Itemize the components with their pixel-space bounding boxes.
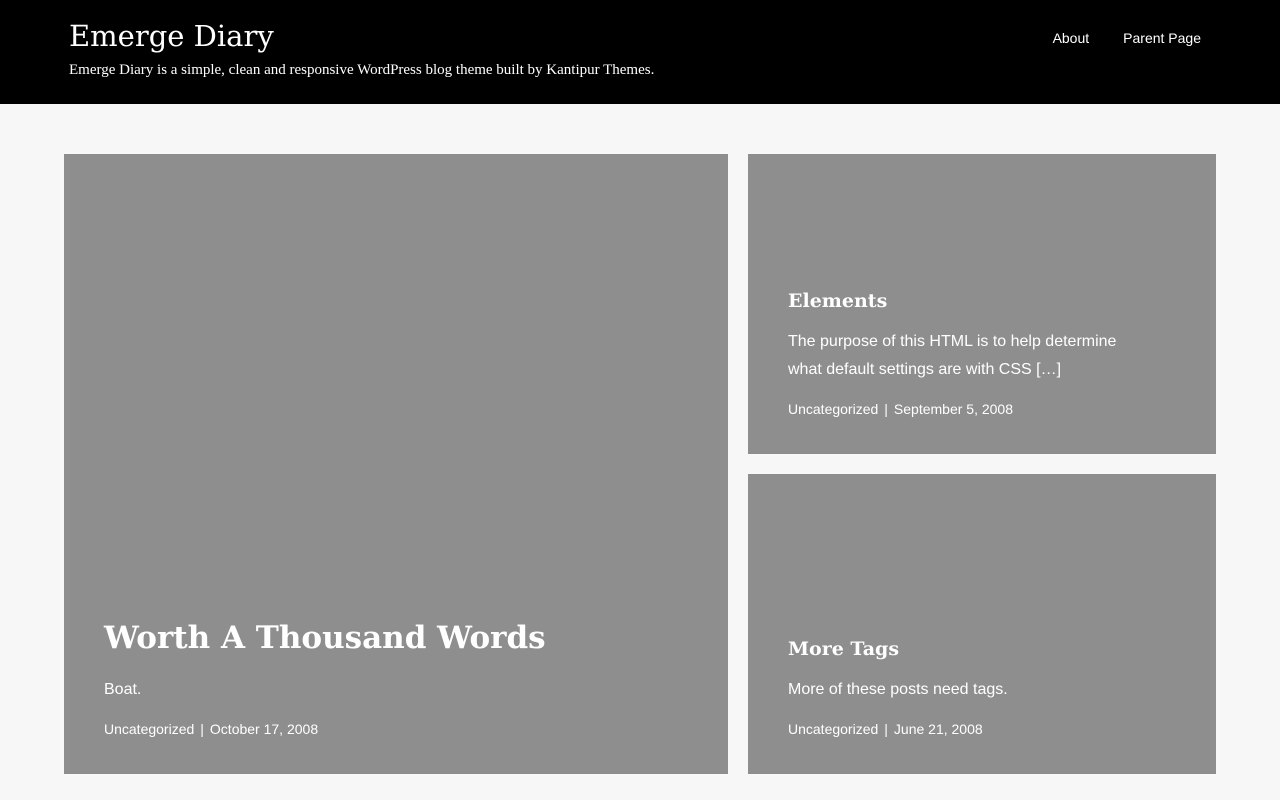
- post-meta: Uncategorized | June 21, 2008: [788, 718, 1176, 740]
- site-title[interactable]: Emerge Diary: [69, 16, 274, 56]
- site-header: Emerge Diary Emerge Diary is a simple, c…: [0, 0, 1280, 104]
- nav-item-about[interactable]: About: [1053, 27, 1090, 49]
- post-title[interactable]: More Tags: [788, 636, 1176, 662]
- post-excerpt: Boat.: [104, 681, 142, 698]
- post-excerpt: More of these posts need tags.: [788, 681, 1008, 698]
- post-card-featured[interactable]: Worth A Thousand Words Boat. Uncategoriz…: [64, 154, 728, 774]
- meta-separator: |: [884, 401, 888, 417]
- post-card-content: Elements The purpose of this HTML is to …: [788, 288, 1176, 420]
- nav-item-parent-page[interactable]: Parent Page: [1123, 27, 1201, 49]
- post-title[interactable]: Worth A Thousand Words: [104, 618, 688, 658]
- post-meta: Uncategorized | September 5, 2008: [788, 398, 1176, 420]
- main-nav: About Parent Page: [1053, 27, 1201, 49]
- post-category-link[interactable]: Uncategorized: [788, 721, 878, 737]
- post-card-content: Worth A Thousand Words Boat. Uncategoriz…: [104, 618, 688, 740]
- post-title[interactable]: Elements: [788, 288, 1176, 314]
- meta-separator: |: [200, 721, 204, 737]
- post-date-link[interactable]: June 21, 2008: [894, 721, 983, 737]
- meta-separator: |: [884, 721, 888, 737]
- post-excerpt: The purpose of this HTML is to help dete…: [788, 333, 1117, 378]
- post-card-elements[interactable]: Elements The purpose of this HTML is to …: [748, 154, 1216, 454]
- post-category-link[interactable]: Uncategorized: [104, 721, 194, 737]
- post-meta: Uncategorized | October 17, 2008: [104, 718, 688, 740]
- post-date-link[interactable]: October 17, 2008: [210, 721, 318, 737]
- post-card-content: More Tags More of these posts need tags.…: [788, 636, 1176, 740]
- post-card-more-tags[interactable]: More Tags More of these posts need tags.…: [748, 474, 1216, 774]
- post-date-link[interactable]: September 5, 2008: [894, 401, 1013, 417]
- site-description: Emerge Diary is a simple, clean and resp…: [69, 62, 655, 78]
- post-category-link[interactable]: Uncategorized: [788, 401, 878, 417]
